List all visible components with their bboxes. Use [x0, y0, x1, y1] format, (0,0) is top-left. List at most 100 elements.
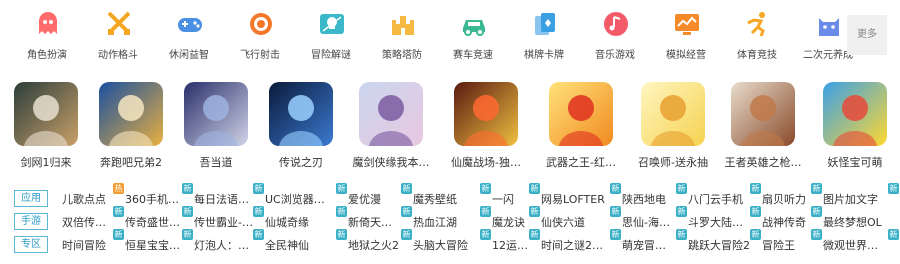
new-badge: 新	[676, 183, 687, 194]
link-row: 专区 时间冒险新恒星宝宝… 新灯泡人：… 新全民神仙新地狱之火2 新头脑大冒险新 12运算…	[0, 229, 900, 256]
link-item[interactable]: 新倚天屠…	[348, 214, 401, 230]
link-item[interactable]: 陕西地电	[622, 191, 676, 207]
new-badge: 新	[676, 206, 687, 217]
crossed-swords-icon	[106, 10, 132, 38]
link-item[interactable]: 恒星宝宝…	[125, 237, 182, 253]
game-icon[interactable]	[99, 82, 163, 146]
link-item[interactable]: 时间之谜2…	[541, 237, 610, 253]
game-icon[interactable]	[14, 82, 78, 146]
link-item[interactable]: 最终梦想OL	[823, 214, 888, 230]
link-item[interactable]: 时间冒险	[62, 237, 113, 253]
category-10[interactable]: 体育竞技	[722, 10, 792, 70]
link-item[interactable]: 头脑大冒险	[413, 237, 480, 253]
new-badge: 新	[336, 183, 347, 194]
game-card[interactable]: 武器之王-红…	[541, 82, 621, 172]
link-item[interactable]: 热血江湖	[413, 214, 480, 230]
row-tag[interactable]: 应用	[14, 190, 48, 207]
link-item[interactable]: 思仙-海量…	[622, 214, 676, 230]
game-card[interactable]: 传说之刃	[261, 82, 341, 172]
game-icon[interactable]	[269, 82, 333, 146]
category-label: 动作格斗	[98, 50, 138, 61]
category-label: 飞行射击	[240, 50, 280, 61]
category-6[interactable]: 赛车竞速	[438, 10, 508, 70]
music-note-icon	[603, 10, 629, 38]
category-8[interactable]: 音乐游戏	[580, 10, 650, 70]
game-name[interactable]: 剑网1归来	[2, 154, 90, 170]
game-card[interactable]: 仙魔战场-独…	[446, 82, 526, 172]
link-item[interactable]: 魔秀壁纸	[413, 191, 480, 207]
link-item[interactable]: 图片加文字	[823, 191, 888, 207]
game-name[interactable]: 妖怪宝可萌	[811, 154, 899, 170]
link-item[interactable]: 斗罗大陆…	[688, 214, 750, 230]
game-card[interactable]: 奔跑吧兄弟2	[91, 82, 171, 172]
link-item[interactable]: 一闪	[492, 191, 529, 207]
game-name[interactable]: 传说之刃	[257, 154, 345, 170]
category-7[interactable]: 棋牌卡牌	[509, 10, 579, 70]
link-item[interactable]: 传世霸业-…	[194, 214, 253, 230]
link-item[interactable]: 360手机卫…	[125, 191, 182, 207]
new-badge: 新	[610, 183, 621, 194]
game-icon[interactable]	[549, 82, 613, 146]
category-9[interactable]: 模拟经营	[651, 10, 721, 70]
link-item[interactable]: 萌宠冒险岛	[622, 237, 676, 253]
link-item[interactable]: 全民神仙	[265, 237, 336, 253]
game-icon[interactable]	[641, 82, 705, 146]
category-label: 策略塔防	[382, 50, 422, 61]
link-item[interactable]: 战神传奇	[762, 214, 811, 230]
link-item[interactable]: 魔龙诀	[492, 214, 529, 230]
link-item[interactable]: 仙侠六道	[541, 214, 610, 230]
link-item[interactable]: 爱优漫	[348, 191, 401, 207]
game-card[interactable]: 魔剑侠缘我本…	[351, 82, 431, 172]
link-item[interactable]: 微观世界…	[823, 237, 888, 253]
link-item[interactable]: 12运算大…	[492, 237, 529, 253]
hot-badge: 热	[113, 183, 124, 194]
game-icon[interactable]	[823, 82, 887, 146]
link-item[interactable]: 扇贝听力	[762, 191, 811, 207]
more-categories-button[interactable]: 更多	[847, 15, 887, 55]
link-item[interactable]: 八门云手机	[688, 191, 750, 207]
new-badge: 新	[811, 206, 822, 217]
link-item[interactable]: 传奇盛世2…	[125, 214, 182, 230]
link-item[interactable]: 网易LOFTER	[541, 191, 610, 207]
link-item[interactable]: 冒险王	[762, 237, 811, 253]
link-item[interactable]: 跳跃大冒险2	[688, 237, 750, 253]
game-name[interactable]: 奔跑吧兄弟2	[87, 154, 175, 170]
link-item[interactable]: 双倍传奇BT	[62, 214, 113, 230]
link-item[interactable]: UC浏览器…	[265, 191, 336, 207]
row-tag[interactable]: 手游	[14, 213, 48, 230]
new-badge: 新	[610, 229, 621, 240]
game-name[interactable]: 仙魔战场-独…	[442, 154, 530, 170]
game-card[interactable]: 妖怪宝可萌	[815, 82, 895, 172]
game-icon[interactable]	[359, 82, 423, 146]
game-card[interactable]: 吾当道	[176, 82, 256, 172]
new-badge: 新	[401, 229, 412, 240]
ghost-icon	[35, 10, 61, 38]
row-tag[interactable]: 专区	[14, 236, 48, 253]
game-icon[interactable]	[184, 82, 248, 146]
game-card[interactable]: 王者英雄之枪…	[723, 82, 803, 172]
category-3[interactable]: 飞行射击	[225, 10, 295, 70]
game-name[interactable]: 吾当道	[172, 154, 260, 170]
link-item[interactable]: 每日法语…	[194, 191, 253, 207]
category-nav: 角色扮演 动作格斗 休闲益智 飞行射击 冒险解谜 策略塔防 赛车竞速 棋牌卡牌 音乐游戏 模拟经营…	[0, 10, 900, 70]
category-1[interactable]: 动作格斗	[83, 10, 153, 70]
new-badge: 新	[113, 206, 124, 217]
category-4[interactable]: 冒险解谜	[296, 10, 366, 70]
game-name[interactable]: 王者英雄之枪…	[719, 154, 807, 170]
game-icon[interactable]	[731, 82, 795, 146]
link-item[interactable]: 灯泡人：…	[194, 237, 253, 253]
skull-map-icon	[319, 10, 345, 38]
category-5[interactable]: 策略塔防	[367, 10, 437, 70]
game-card[interactable]: 剑网1归来	[6, 82, 86, 172]
link-item[interactable]: 仙城奇缘	[265, 214, 336, 230]
game-card[interactable]: 召唤师-送永抽	[633, 82, 713, 172]
link-item[interactable]: 儿歌点点	[62, 191, 113, 207]
new-badge: 新	[529, 229, 540, 240]
category-2[interactable]: 休闲益智	[154, 10, 224, 70]
category-0[interactable]: 角色扮演	[12, 10, 82, 70]
game-name[interactable]: 召唤师-送永抽	[629, 154, 717, 170]
link-item[interactable]: 地狱之火2	[348, 237, 401, 253]
game-name[interactable]: 武器之王-红…	[537, 154, 625, 170]
game-name[interactable]: 魔剑侠缘我本…	[347, 154, 435, 170]
game-icon[interactable]	[454, 82, 518, 146]
